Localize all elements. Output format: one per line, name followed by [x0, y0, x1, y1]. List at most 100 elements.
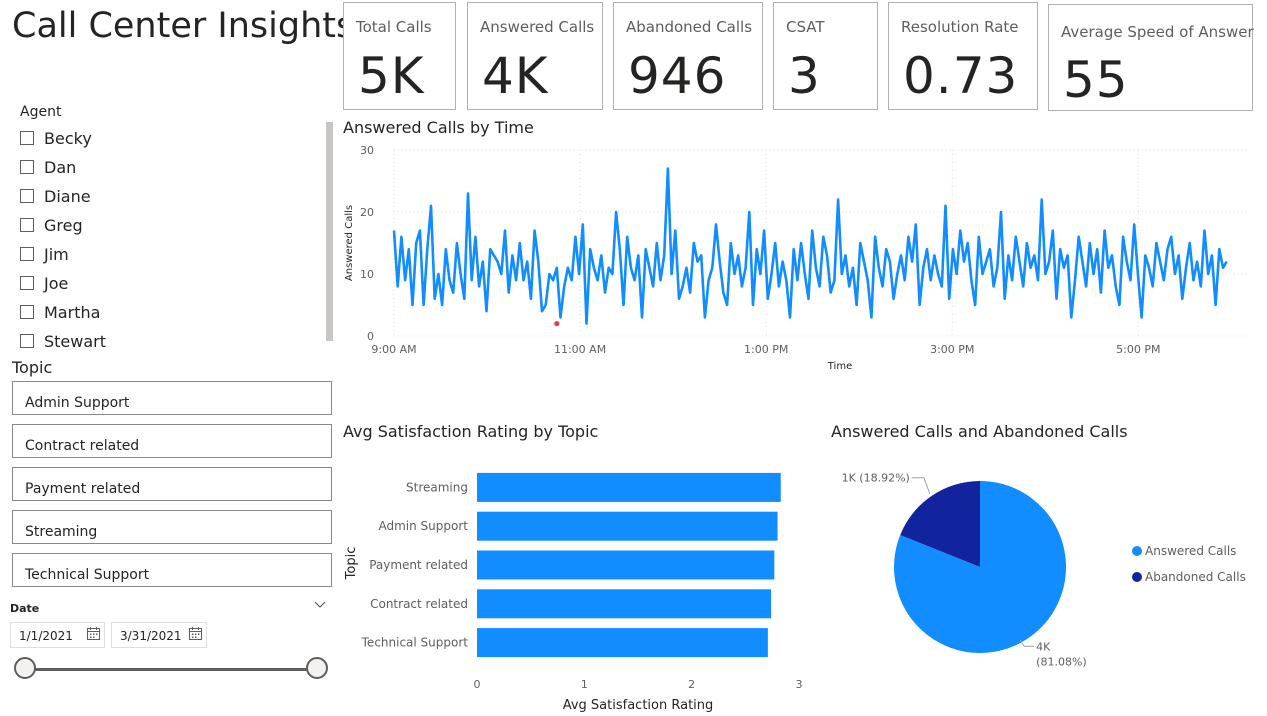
kpi-value: 946 [628, 47, 727, 105]
agent-option-becky[interactable]: Becky [20, 126, 92, 150]
date-end-value: 3/31/2021 [120, 629, 182, 643]
kpi-card-csat[interactable]: CSAT 3 [773, 2, 878, 110]
answered-calls-line-chart[interactable]: 0 10 20 30 9:00 AM 11:00 AM 1:00 PM 3:00 PM 5:00… [338, 140, 1263, 380]
checkbox[interactable] [20, 247, 34, 261]
x-tick-label: 3:00 PM [930, 343, 974, 356]
bar [477, 550, 775, 580]
topic-button-technical-support[interactable]: Technical Support [12, 553, 332, 587]
y-tick-label: 20 [360, 206, 374, 219]
topic-button-streaming[interactable]: Streaming [12, 510, 332, 544]
y-tick-label: 30 [360, 144, 374, 157]
agent-option-label: Stewart [44, 331, 107, 351]
y-tick-label: 0 [367, 330, 374, 343]
checkbox[interactable] [20, 334, 34, 348]
category-label: Admin Support [379, 519, 469, 533]
date-range-slider-track[interactable] [26, 668, 318, 671]
checkbox[interactable] [20, 160, 34, 174]
leader-line [911, 477, 931, 494]
bar [477, 589, 772, 619]
topic-slicer-title: Topic [12, 358, 53, 377]
topic-button-label: Technical Support [25, 567, 150, 583]
agent-slicer-scrollbar[interactable] [326, 122, 333, 341]
chevron-down-icon[interactable] [314, 598, 326, 613]
date-start-input[interactable]: 1/1/2021 [10, 622, 105, 648]
data-label: 1K (18.92%) [842, 472, 910, 485]
kpi-value: 3 [788, 47, 821, 105]
calendar-icon[interactable] [87, 627, 100, 640]
checkbox[interactable] [20, 218, 34, 232]
agent-option-label: Dan [44, 157, 77, 177]
agent-option-label: Diane [44, 186, 91, 206]
legend-marker [1132, 546, 1142, 556]
topic-button-contract-related[interactable]: Contract related [12, 424, 332, 458]
kpi-card-total-calls[interactable]: Total Calls 5K [343, 2, 456, 110]
avg-satisfaction-bar-chart[interactable]: Streaming Admin Support Payment related Con… [338, 446, 818, 716]
category-label: Contract related [370, 597, 468, 611]
topic-button-payment-related[interactable]: Payment related [12, 467, 332, 501]
calendar-icon[interactable] [189, 627, 202, 640]
x-tick-label: 9:00 AM [371, 343, 416, 356]
kpi-card-resolution-rate[interactable]: Resolution Rate 0.73 [888, 2, 1038, 110]
topic-button-label: Streaming [25, 524, 98, 540]
date-slicer-label: Date [10, 602, 40, 615]
pie-chart-title: Answered Calls and Abandoned Calls [831, 422, 1128, 441]
category-label: Payment related [369, 558, 468, 572]
agent-option-stewart[interactable]: Stewart [20, 329, 106, 353]
kpi-label: Resolution Rate [901, 18, 1019, 36]
checkbox[interactable] [20, 131, 34, 145]
agent-option-label: Martha [44, 302, 101, 322]
y-axis-title: Answered Calls [344, 205, 355, 281]
agent-slicer-title: Agent [20, 104, 62, 120]
agent-option-diane[interactable]: Diane [20, 184, 91, 208]
agent-option-martha[interactable]: Martha [20, 300, 100, 324]
x-tick-label: 1:00 PM [744, 343, 788, 356]
agent-option-dan[interactable]: Dan [20, 155, 76, 179]
kpi-label: Answered Calls [480, 18, 595, 36]
x-tick-label: 2 [688, 678, 695, 691]
kpi-label: Total Calls [356, 18, 432, 36]
x-axis-title: Time [827, 361, 852, 372]
checkbox[interactable] [20, 276, 34, 290]
agent-option-label: Becky [44, 128, 92, 148]
page-title: Call Center Insights [12, 6, 355, 46]
date-range-start-handle[interactable] [14, 657, 36, 679]
legend-label: Abandoned Calls [1145, 570, 1246, 584]
kpi-value: 4K [482, 47, 549, 105]
kpi-card-average-speed-of-answer[interactable]: Average Speed of Answer 55 [1048, 4, 1254, 111]
x-tick-label: 0 [474, 678, 481, 691]
kpi-label: Abandoned Calls [626, 18, 753, 36]
x-tick-label: 11:00 AM [554, 343, 606, 356]
agent-option-jim[interactable]: Jim [20, 242, 69, 266]
kpi-label: CSAT [786, 18, 825, 36]
legend-label: Answered Calls [1145, 544, 1236, 558]
agent-option-label: Joe [44, 273, 69, 293]
topic-button-label: Payment related [25, 481, 141, 497]
agent-option-greg[interactable]: Greg [20, 213, 83, 237]
line-chart-title: Answered Calls by Time [343, 118, 534, 137]
answered-calls-series-line [392, 167, 1228, 325]
checkbox[interactable] [20, 189, 34, 203]
kpi-value: 55 [1063, 51, 1129, 109]
topic-button-label: Admin Support [25, 395, 130, 411]
agent-option-joe[interactable]: Joe [20, 271, 68, 295]
kpi-card-answered-calls[interactable]: Answered Calls 4K [467, 2, 603, 110]
kpi-label: Average Speed of Answer [1061, 23, 1254, 41]
date-start-value: 1/1/2021 [19, 629, 73, 643]
topic-button-admin-support[interactable]: Admin Support [12, 381, 332, 415]
date-end-input[interactable]: 3/31/2021 [111, 622, 207, 648]
answered-abandoned-pie-chart[interactable]: 1K (18.92%) 4K (81.08%) Answered Calls Aband… [826, 446, 1262, 686]
bar [477, 472, 781, 502]
bar [477, 628, 768, 658]
kpi-card-abandoned-calls[interactable]: Abandoned Calls 946 [613, 2, 763, 110]
x-tick-label: 1 [581, 678, 588, 691]
agent-option-label: Jim [44, 244, 69, 264]
data-label: 4K [1036, 640, 1051, 653]
kpi-value: 5K [358, 47, 425, 105]
x-tick-label: 3 [796, 678, 803, 691]
bar [477, 511, 778, 541]
highlight-point [554, 321, 560, 327]
x-tick-label: 5:00 PM [1116, 343, 1160, 356]
x-axis-title: Avg Satisfaction Rating [563, 698, 714, 713]
date-range-end-handle[interactable] [306, 657, 328, 679]
checkbox[interactable] [20, 305, 34, 319]
